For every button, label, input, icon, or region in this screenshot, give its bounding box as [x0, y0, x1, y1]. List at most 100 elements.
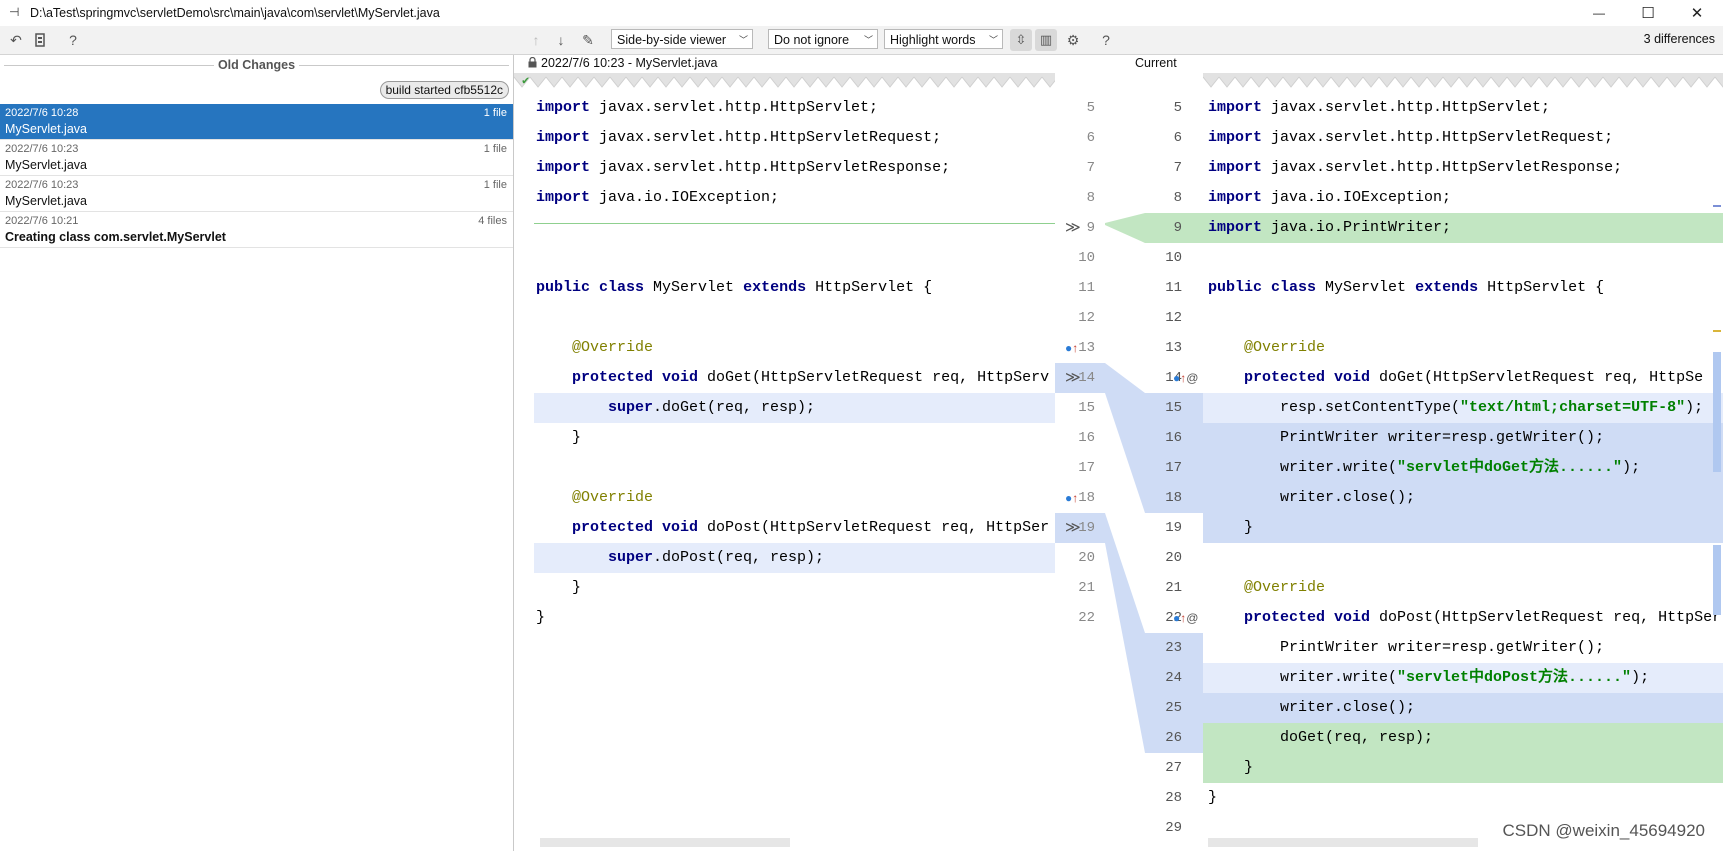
code-line[interactable] — [514, 243, 1055, 273]
code-line[interactable]: @Override — [514, 333, 1055, 363]
diff-help-icon[interactable]: ? — [1096, 30, 1116, 50]
create-patch-icon[interactable] — [30, 30, 50, 50]
settings-gear-icon[interactable]: ⚙ — [1063, 30, 1083, 50]
code-line[interactable] — [514, 303, 1055, 333]
code-line[interactable]: protected void doGet(HttpServletRequest … — [1203, 363, 1723, 393]
current-line-number: 8 — [1173, 190, 1182, 206]
current-line-number: 27 — [1165, 760, 1182, 776]
viewer-mode-select[interactable]: Side-by-side viewer ﹀ — [611, 29, 753, 49]
code-line[interactable]: import java.io.IOException; — [1203, 183, 1723, 213]
code-line[interactable]: writer.write("servlet中doGet方法......"); — [1203, 453, 1723, 483]
code-line[interactable]: protected void doPost(HttpServletRequest… — [514, 513, 1055, 543]
code-line[interactable]: resp.setContentType("text/html;charset=U… — [1203, 393, 1723, 423]
edit-source-icon[interactable]: ✎ — [578, 30, 598, 50]
code-line[interactable]: } — [1203, 513, 1723, 543]
next-difference-icon[interactable]: ↓ — [551, 30, 571, 50]
code-line[interactable]: import java.io.PrintWriter; — [1203, 213, 1723, 243]
minimize-button[interactable]: — — [1576, 0, 1622, 26]
code-line[interactable]: writer.write("servlet中doPost方法......"); — [1203, 663, 1723, 693]
current-line-number: 18 — [1165, 490, 1182, 506]
code-line[interactable]: PrintWriter writer=resp.getWriter(); — [1203, 633, 1723, 663]
code-line[interactable] — [1203, 243, 1723, 273]
current-editor[interactable]: import javax.servlet.http.HttpServlet; im… — [1203, 73, 1723, 851]
current-line-number: 26 — [1165, 730, 1182, 746]
code-line[interactable]: import javax.servlet.http.HttpServletRes… — [1203, 153, 1723, 183]
code-line[interactable]: import javax.servlet.http.HttpServletRes… — [514, 153, 1055, 183]
override-icon[interactable]: ●↑@ — [1173, 363, 1198, 393]
history-name: Creating class com.servlet.MyServlet — [5, 230, 226, 244]
app-icon: ⊣ — [9, 5, 20, 19]
history-item[interactable]: 2022/7/6 10:23 1 file MyServlet.java — [0, 140, 513, 176]
window-title: D:\aTest\springmvc\servletDemo\src\main\… — [30, 6, 440, 20]
chevron-down-icon: ﹀ — [738, 35, 748, 45]
code-line[interactable]: import javax.servlet.http.HttpServlet; — [1203, 93, 1723, 123]
history-item[interactable]: 2022/7/6 10:23 1 file MyServlet.java — [0, 176, 513, 212]
code-line[interactable]: } — [1203, 753, 1723, 783]
code-line[interactable] — [514, 453, 1055, 483]
whitespace-select[interactable]: Do not ignore ﹀ — [768, 29, 878, 49]
code-line[interactable]: protected void doPost(HttpServletRequest… — [1203, 603, 1723, 633]
revert-icon[interactable]: ↶ — [6, 30, 26, 50]
code-line[interactable]: @Override — [1203, 573, 1723, 603]
code-line[interactable]: writer.close(); — [1203, 693, 1723, 723]
collapse-unchanged-icon[interactable]: ⇳ — [1010, 29, 1032, 51]
chevron-down-icon: ﹀ — [988, 35, 998, 45]
lock-icon — [528, 56, 537, 71]
code-line[interactable]: import javax.servlet.http.HttpServletReq… — [514, 123, 1055, 153]
code-line[interactable]: protected void doGet(HttpServletRequest … — [514, 363, 1055, 393]
change-marker[interactable] — [1713, 545, 1721, 615]
maximize-button[interactable]: ☐ — [1625, 0, 1671, 26]
change-marker[interactable] — [1713, 352, 1721, 472]
history-item[interactable]: 2022/7/6 10:21 4 files Creating class com.… — [0, 212, 513, 248]
old-editor[interactable]: ✔ import javax.servlet.http.HttpServlet;… — [514, 73, 1055, 851]
code-line[interactable]: } — [514, 423, 1055, 453]
old-line-number: 17 — [1078, 460, 1095, 476]
old-line-number: 22 — [1078, 610, 1095, 626]
code-line[interactable]: super.doPost(req, resp); — [534, 543, 1055, 573]
apply-change-icon[interactable]: ≫ — [1065, 363, 1081, 393]
code-line[interactable]: doGet(req, resp); — [1203, 723, 1723, 753]
apply-change-icon[interactable]: ≫ — [1065, 213, 1081, 243]
history-item[interactable]: 2022/7/6 10:28 1 file MyServlet.java — [0, 104, 513, 140]
code-line[interactable]: writer.close(); — [1203, 483, 1723, 513]
code-line[interactable]: } — [1203, 783, 1723, 813]
apply-change-icon[interactable]: ≫ — [1065, 513, 1081, 543]
code-line[interactable]: PrintWriter writer=resp.getWriter(); — [1203, 423, 1723, 453]
code-line[interactable]: @Override — [514, 483, 1055, 513]
code-line[interactable]: @Override — [1203, 333, 1723, 363]
change-marker[interactable] — [1713, 205, 1721, 207]
code-line[interactable]: import javax.servlet.http.HttpServletReq… — [1203, 123, 1723, 153]
code-line[interactable]: import javax.servlet.http.HttpServlet; — [514, 93, 1055, 123]
current-line-number: 16 — [1165, 430, 1182, 446]
old-revision-label: 2022/7/6 10:23 - MyServlet.java — [541, 56, 718, 70]
horizontal-scrollbar[interactable] — [1208, 838, 1478, 847]
current-line-number: 17 — [1165, 460, 1182, 476]
code-line[interactable]: } — [514, 573, 1055, 603]
code-line[interactable] — [1203, 303, 1723, 333]
horizontal-scrollbar-left[interactable] — [540, 838, 790, 847]
override-icon[interactable]: ●↑ — [1065, 333, 1078, 363]
current-line-number: 9 — [1173, 220, 1182, 236]
old-line-number: 7 — [1086, 160, 1095, 176]
previous-difference-icon[interactable]: ↑ — [526, 30, 546, 50]
code-line[interactable]: public class MyServlet extends HttpServl… — [1203, 273, 1723, 303]
override-icon[interactable]: ●↑@ — [1173, 603, 1198, 633]
change-marker[interactable] — [1713, 330, 1721, 332]
code-line[interactable]: import java.io.IOException; — [514, 183, 1055, 213]
old-line-number: 6 — [1086, 130, 1095, 146]
sync-scroll-icon[interactable]: ▥ — [1035, 29, 1057, 51]
left-help-icon[interactable]: ? — [63, 30, 83, 50]
code-line[interactable]: public class MyServlet extends HttpServl… — [514, 273, 1055, 303]
code-line[interactable] — [1203, 543, 1723, 573]
code-line[interactable]: } — [514, 603, 1055, 633]
differences-count: 3 differences — [1643, 32, 1715, 46]
close-button[interactable]: ✕ — [1674, 0, 1720, 26]
current-line-number: 20 — [1165, 550, 1182, 566]
code-line[interactable]: super.doGet(req, resp); — [534, 393, 1055, 423]
current-line-number: 7 — [1173, 160, 1182, 176]
history-date: 2022/7/6 10:21 — [5, 215, 79, 227]
current-line-number: 29 — [1165, 820, 1182, 836]
override-icon[interactable]: ●↑ — [1065, 483, 1078, 513]
highlight-select[interactable]: Highlight words ﹀ — [884, 29, 1003, 49]
history-file-count: 1 file — [483, 143, 507, 155]
